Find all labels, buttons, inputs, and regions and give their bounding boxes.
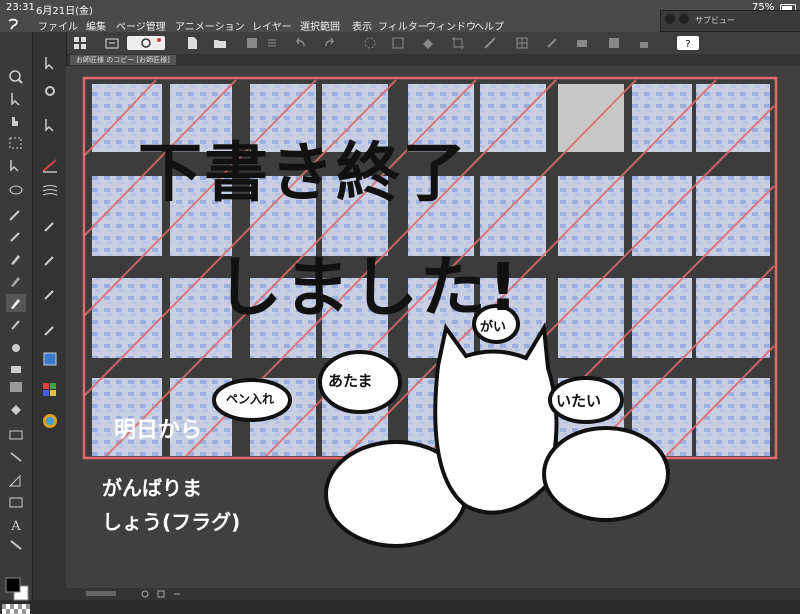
select-tool-icon[interactable] — [6, 134, 26, 152]
svg-text:A: A — [10, 519, 21, 534]
zoom-icon[interactable] — [6, 68, 26, 86]
menu-page[interactable]: ページ管理 — [116, 18, 166, 33]
menu-view[interactable]: 表示 — [352, 18, 372, 33]
headline-line-2: しました! — [216, 249, 521, 326]
subtool-brush-c-icon[interactable] — [40, 286, 60, 304]
fill-tool-icon[interactable] — [6, 400, 26, 418]
bubble-right-text: いたい — [556, 392, 602, 410]
subtool-brush-d-icon[interactable] — [40, 322, 60, 340]
brush-size-icon[interactable] — [40, 182, 60, 200]
brush-settings-icon[interactable] — [544, 35, 560, 51]
subtool-brush-b-icon[interactable] — [40, 252, 60, 270]
color-wheel-icon[interactable] — [40, 412, 60, 430]
balloon-icon[interactable] — [6, 494, 26, 512]
bubble-left-text: あたま — [328, 372, 373, 390]
figure-icon[interactable] — [6, 426, 26, 444]
collapse-icon[interactable] — [679, 14, 689, 24]
operation-icon[interactable] — [6, 156, 26, 174]
menu-layer[interactable]: レイヤー — [252, 18, 292, 33]
eyedropper-icon[interactable] — [6, 228, 26, 246]
tab-label: お師匠様 のコピー [お師匠様] — [76, 56, 170, 64]
save-icon[interactable] — [244, 35, 260, 51]
panel-toggle-icon[interactable] — [606, 35, 622, 51]
transparent-color-icon[interactable] — [2, 604, 30, 614]
crop-icon[interactable] — [450, 35, 466, 51]
export-icon[interactable] — [104, 35, 120, 51]
undo-icon[interactable] — [292, 35, 308, 51]
new-file-icon[interactable] — [184, 35, 200, 51]
close-icon[interactable] — [665, 14, 675, 24]
pen-icon[interactable] — [6, 250, 26, 268]
menu-help[interactable]: ヘルプ — [474, 18, 504, 33]
brush-icon[interactable] — [6, 294, 26, 312]
correct-line-icon[interactable] — [6, 536, 26, 554]
menu-edit[interactable]: 編集 — [86, 18, 106, 33]
ruler-tool-icon[interactable] — [6, 472, 26, 490]
headline-line-1: 下書き終了 — [138, 137, 468, 211]
command-toolbar: ? — [66, 32, 800, 55]
menu-window[interactable]: ウィンドウ — [426, 18, 476, 33]
tool-bar: A — [0, 32, 33, 614]
transform-icon[interactable] — [390, 35, 406, 51]
menu-icon[interactable] — [264, 35, 280, 51]
grid-toggle-icon[interactable] — [514, 35, 530, 51]
eraser-icon[interactable] — [6, 360, 26, 378]
status-date: 6月21日(金) — [36, 6, 93, 17]
airbrush-icon[interactable] — [6, 316, 26, 334]
left-text-2: がんばりま — [102, 476, 202, 500]
svg-text:?: ? — [685, 39, 690, 50]
subtool-layer-move-icon[interactable] — [40, 116, 60, 134]
canvas-bottom-bar — [66, 588, 800, 600]
left-text-1: 明日から — [114, 418, 203, 443]
subtool-object-icon[interactable] — [40, 54, 60, 72]
wand-icon[interactable] — [6, 206, 26, 224]
open-folder-icon[interactable] — [212, 35, 228, 51]
subview-title: サブビュー — [695, 16, 735, 25]
layer-properties-icon[interactable] — [40, 350, 60, 368]
grid-icon[interactable] — [72, 35, 88, 51]
pencil-icon[interactable] — [6, 272, 26, 290]
fill-icon[interactable] — [420, 35, 436, 51]
layer-icon[interactable] — [574, 35, 590, 51]
fit-icon[interactable] — [156, 589, 166, 599]
hand-icon[interactable] — [6, 112, 26, 130]
subtool-gear-icon[interactable] — [40, 82, 60, 100]
gradient-icon[interactable] — [6, 378, 26, 396]
color-swatch-icon[interactable] — [4, 576, 30, 602]
canvas-area[interactable]: 下書き終了 しました! あたま がい いたい ペン入れ 明日から がんばりま し… — [66, 66, 800, 600]
ruler-icon[interactable] — [482, 35, 498, 51]
bubble-top-text: がい — [480, 320, 507, 335]
document-tab[interactable]: お師匠様 のコピー [お師匠様] — [70, 55, 176, 65]
redo-icon[interactable] — [322, 35, 338, 51]
lock-icon[interactable] — [636, 35, 652, 51]
menu-filter[interactable]: フィルター — [378, 18, 428, 33]
document-tab-bar: お師匠様 のコピー [お師匠様] — [66, 54, 800, 66]
menu-selection[interactable]: 選択範囲 — [300, 18, 340, 33]
text-icon[interactable]: A — [6, 516, 26, 534]
move-icon[interactable] — [6, 90, 26, 108]
frame-icon[interactable] — [6, 448, 26, 466]
select-icon[interactable] — [362, 35, 378, 51]
note-arrow-text: ペン入れ — [226, 392, 275, 406]
blend-icon[interactable] — [6, 338, 26, 356]
help-icon[interactable]: ? — [676, 35, 700, 51]
flip-icon[interactable] — [172, 589, 182, 599]
lasso-icon[interactable] — [6, 182, 26, 200]
left-text-3: しょう(フラグ) — [102, 510, 241, 534]
menu-file[interactable]: ファイル — [38, 18, 78, 33]
subtool-brush-a-icon[interactable] — [40, 218, 60, 236]
stroke-preview-icon[interactable] — [40, 156, 60, 174]
rotate-icon[interactable] — [140, 589, 150, 599]
cloud-sync-icon[interactable] — [126, 35, 166, 51]
menu-animation[interactable]: アニメーション — [175, 18, 245, 33]
app-logo-icon[interactable] — [6, 17, 20, 31]
color-set-icon[interactable] — [40, 380, 60, 398]
sub-tool-bar — [33, 32, 67, 600]
zoom-slider[interactable] — [86, 591, 116, 596]
subview-panel: サブビュー — [660, 10, 800, 32]
status-time: 23:31 — [6, 2, 35, 13]
